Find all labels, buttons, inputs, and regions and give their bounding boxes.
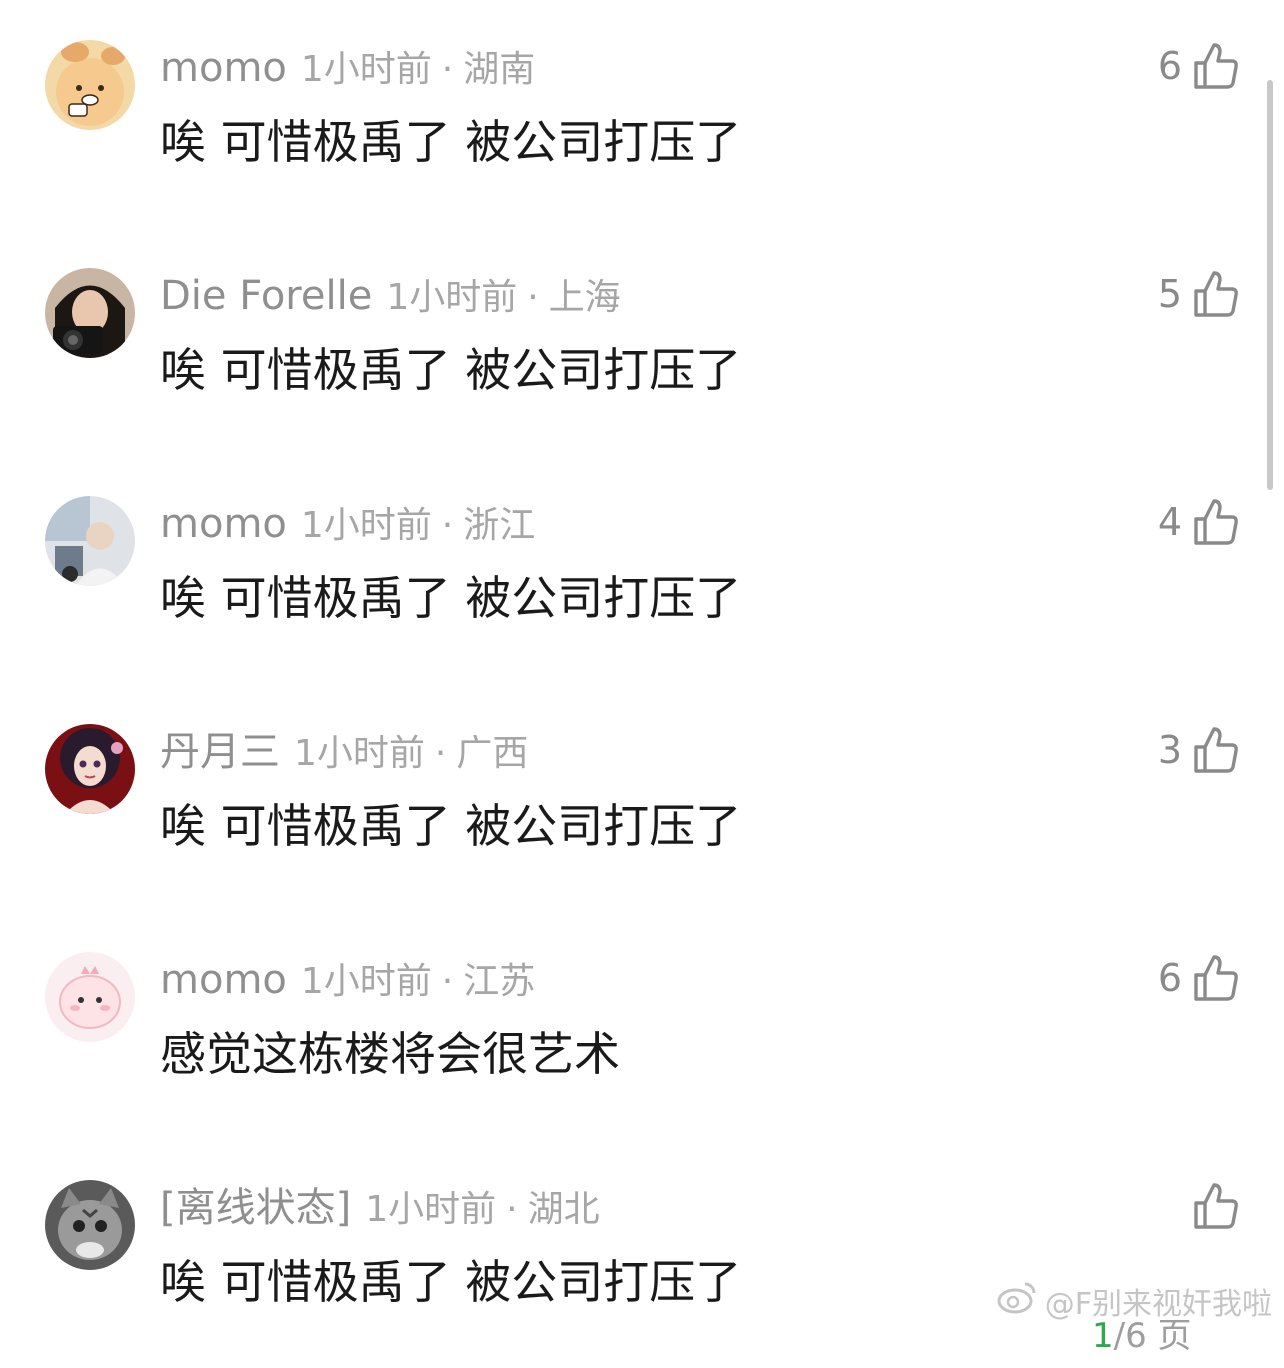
time-location: 1小时前 · 上海	[386, 277, 620, 318]
timestamp: 1小时前	[300, 49, 432, 90]
scrollbar[interactable]	[1267, 80, 1273, 490]
username[interactable]: Die Forelle	[160, 273, 372, 319]
separator: ·	[441, 49, 454, 90]
location: 湖北	[527, 1189, 600, 1230]
like-button[interactable]: 5	[1158, 266, 1240, 322]
username[interactable]: momo	[160, 45, 287, 91]
comment-meta: momo 1小时前 · 江苏	[160, 954, 535, 1006]
comment-item[interactable]: Die Forelle 1小时前 · 上海唉 可惜极禹了 被公司打压了 5	[0, 228, 1284, 456]
separator: ·	[434, 733, 447, 774]
like-count: 6	[1157, 44, 1182, 88]
comment-meta: Die Forelle 1小时前 · 上海	[160, 270, 621, 322]
page-total: /6 页	[1113, 1316, 1192, 1356]
like-button[interactable]: 4	[1158, 494, 1240, 550]
comment-item[interactable]: 丹月三 1小时前 · 广西唉 可惜极禹了 被公司打压了 3	[0, 684, 1284, 912]
cat-avatar[interactable]	[45, 1180, 135, 1270]
page-indicator: 1/6 页	[1092, 1308, 1192, 1357]
like-count: 5	[1157, 272, 1182, 316]
comment-meta: 丹月三 1小时前 · 广西	[160, 726, 528, 778]
like-count: 6	[1157, 956, 1182, 1000]
timestamp: 1小时前	[294, 733, 425, 774]
comment-meta: momo 1小时前 · 浙江	[160, 498, 535, 550]
comment-text: 唉 可惜极禹了 被公司打压了	[160, 343, 742, 397]
bear-avatar[interactable]	[45, 40, 135, 130]
comment-meta: [离线状态] 1小时前 · 湖北	[160, 1182, 600, 1234]
separator: ·	[441, 505, 454, 546]
comment-text: 唉 可惜极禹了 被公司打压了	[160, 799, 742, 853]
location: 江苏	[463, 961, 536, 1002]
username[interactable]: [离线状态]	[160, 1185, 351, 1231]
comment-text: 感觉这栋楼将会很艺术	[160, 1027, 620, 1081]
thumbs-up-icon[interactable]	[1192, 953, 1240, 1003]
comment-text: 唉 可惜极禹了 被公司打压了	[160, 571, 742, 625]
thumbs-up-icon[interactable]	[1192, 725, 1240, 775]
pink-dino-avatar[interactable]	[45, 952, 135, 1042]
username[interactable]: momo	[160, 501, 287, 547]
comment-meta: momo 1小时前 · 湖南	[160, 42, 535, 94]
time-location: 1小时前 · 浙江	[301, 505, 535, 546]
girl-camera-avatar[interactable]	[45, 268, 135, 358]
comment-item[interactable]: momo 1小时前 · 浙江唉 可惜极禹了 被公司打压了 4	[0, 456, 1284, 684]
time-location: 1小时前 · 江苏	[301, 961, 535, 1002]
comment-item[interactable]: momo 1小时前 · 江苏感觉这栋楼将会很艺术 6	[0, 912, 1284, 1140]
weibo-icon	[997, 1280, 1037, 1322]
time-location: 1小时前 · 湖南	[301, 49, 535, 90]
comment-text: 唉 可惜极禹了 被公司打压了	[160, 1255, 742, 1309]
thumbs-up-icon[interactable]	[1192, 41, 1240, 91]
comment-text: 唉 可惜极禹了 被公司打压了	[160, 115, 742, 169]
timestamp: 1小时前	[300, 505, 432, 546]
doll-avatar[interactable]	[45, 724, 135, 814]
separator: ·	[441, 961, 454, 1002]
separator: ·	[506, 1189, 518, 1230]
timestamp: 1小时前	[300, 961, 432, 1002]
location: 广西	[456, 733, 529, 774]
thumbs-up-icon[interactable]	[1192, 1181, 1240, 1231]
location: 湖南	[463, 49, 536, 90]
like-count: 4	[1157, 500, 1182, 544]
thumbs-up-icon[interactable]	[1192, 269, 1240, 319]
like-button[interactable]	[1182, 1178, 1240, 1234]
location: 浙江	[463, 505, 536, 546]
username[interactable]: momo	[160, 957, 287, 1003]
like-button[interactable]: 6	[1158, 950, 1240, 1006]
time-location: 1小时前 · 湖北	[365, 1189, 599, 1230]
separator: ·	[527, 277, 539, 318]
username[interactable]: 丹月三	[160, 729, 280, 775]
location: 上海	[548, 277, 621, 318]
thumbs-up-icon[interactable]	[1192, 497, 1240, 547]
photo-avatar[interactable]	[45, 496, 135, 586]
timestamp: 1小时前	[386, 277, 518, 318]
timestamp: 1小时前	[365, 1189, 497, 1230]
comment-item[interactable]: momo 1小时前 · 湖南唉 可惜极禹了 被公司打压了 6	[0, 0, 1284, 228]
like-button[interactable]: 6	[1158, 38, 1240, 94]
like-count: 3	[1157, 728, 1182, 772]
like-button[interactable]: 3	[1158, 722, 1240, 778]
page-current: 1	[1092, 1316, 1114, 1356]
time-location: 1小时前 · 广西	[294, 733, 528, 774]
comment-list: momo 1小时前 · 湖南唉 可惜极禹了 被公司打压了 6 Die Forelle 1小时…	[0, 0, 1284, 1332]
